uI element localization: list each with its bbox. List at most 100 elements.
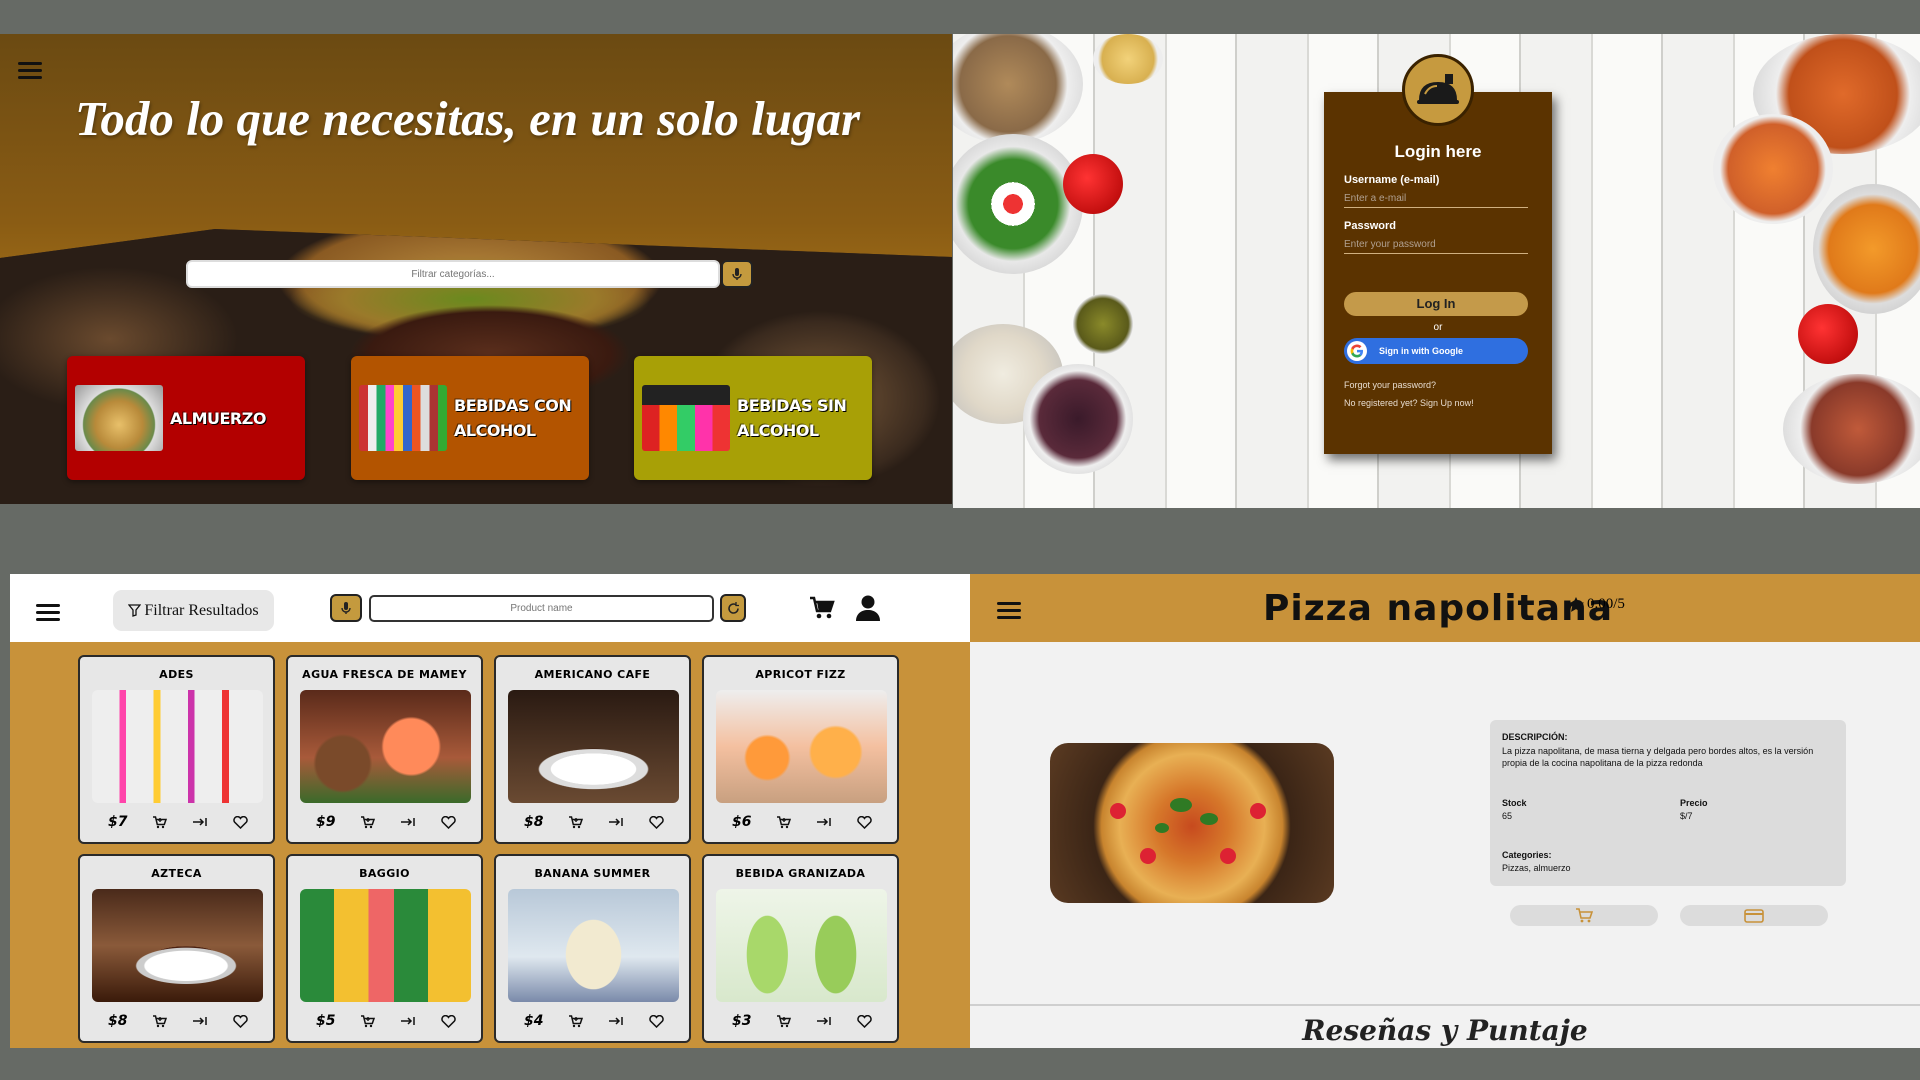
add-to-cart-icon[interactable] [568, 815, 584, 829]
product-name: Agua fresca de mamey [302, 668, 467, 681]
view-details-icon[interactable] [816, 1016, 832, 1026]
product-price: $6 [732, 814, 752, 830]
add-to-cart-button[interactable] [1510, 905, 1658, 926]
login-button[interactable]: Log In [1344, 292, 1528, 316]
google-button-label: Sign in with Google [1379, 346, 1463, 356]
favorite-heart-icon[interactable] [857, 815, 872, 829]
food-plate-image [953, 134, 1083, 274]
favorite-heart-icon[interactable] [441, 815, 456, 829]
add-to-cart-icon[interactable] [152, 815, 168, 829]
product-card[interactable]: Americano Cafe $8 [494, 655, 691, 844]
add-to-cart-icon[interactable] [360, 1014, 376, 1028]
category-search-field[interactable] [188, 262, 718, 286]
product-price: $9 [316, 814, 336, 830]
add-to-cart-icon[interactable] [776, 815, 792, 829]
view-details-icon[interactable] [608, 817, 624, 827]
login-panel: Login here Username (e-mail) Password Lo… [953, 34, 1920, 508]
product-name: Azteca [151, 867, 202, 880]
microphone-icon [341, 602, 351, 614]
product-price: $5 [316, 1013, 336, 1029]
product-detail-panel: Pizza napolitana 0.00/5 DESCRIPCIÓN: La … [970, 574, 1920, 1048]
buy-now-button[interactable] [1680, 905, 1828, 926]
add-to-cart-icon[interactable] [776, 1014, 792, 1028]
favorite-heart-icon[interactable] [857, 1014, 872, 1028]
product-card[interactable]: Banana Summer $4 [494, 854, 691, 1043]
view-details-icon[interactable] [192, 817, 208, 827]
user-account-icon[interactable] [854, 594, 882, 622]
product-title: Pizza napolitana [1263, 588, 1613, 629]
food-plate-image [953, 34, 1083, 144]
product-search-input[interactable] [369, 595, 714, 622]
category-label: Almuerzo [170, 408, 266, 428]
categories-value: Pizzas, almuerzo [1502, 863, 1571, 873]
cart-icon[interactable] [809, 596, 835, 620]
product-card[interactable]: Bebida Granizada $3 [702, 854, 899, 1043]
signup-link[interactable]: No registered yet? Sign Up now! [1344, 398, 1474, 408]
view-details-icon[interactable] [400, 817, 416, 827]
voice-search-button[interactable] [330, 594, 362, 622]
product-image [92, 889, 263, 1002]
product-card[interactable]: Agua fresca de mamey $9 [286, 655, 483, 844]
product-actions: $8 [524, 814, 664, 830]
product-actions: $8 [108, 1013, 248, 1029]
product-image [92, 690, 263, 803]
view-details-icon[interactable] [816, 817, 832, 827]
forgot-password-link[interactable]: Forgot your password? [1344, 380, 1436, 390]
view-details-icon[interactable] [192, 1016, 208, 1026]
favorite-heart-icon[interactable] [233, 1014, 248, 1028]
product-image [508, 690, 679, 803]
add-to-cart-icon[interactable] [152, 1014, 168, 1028]
hero-headline: Todo lo que necesitas, en un solo lugar [75, 91, 861, 146]
favorite-heart-icon[interactable] [649, 1014, 664, 1028]
product-actions: $9 [316, 814, 456, 830]
hamburger-menu-icon[interactable] [997, 602, 1021, 620]
view-details-icon[interactable] [608, 1016, 624, 1026]
filter-icon [128, 604, 142, 617]
password-field[interactable] [1344, 236, 1528, 254]
logo-icon [1402, 54, 1474, 126]
category-thumbnail [359, 385, 447, 451]
food-plate-image [1093, 34, 1163, 84]
detail-header: Pizza napolitana 0.00/5 [970, 574, 1920, 642]
filter-results-button[interactable]: Filtrar Resultados [113, 590, 274, 631]
product-name: Ades [159, 668, 194, 681]
product-card[interactable]: Apricot Fizz $6 [702, 655, 899, 844]
product-card[interactable]: Baggio $5 [286, 854, 483, 1043]
product-card[interactable]: Azteca $8 [78, 854, 275, 1043]
product-image [508, 889, 679, 1002]
product-image [300, 690, 471, 803]
username-field[interactable] [1344, 190, 1528, 208]
product-price: $7 [108, 814, 128, 830]
food-plate-image [1023, 364, 1133, 474]
food-plate-image [1798, 304, 1858, 364]
hamburger-menu-icon[interactable] [18, 62, 42, 80]
favorite-heart-icon[interactable] [649, 815, 664, 829]
favorite-heart-icon[interactable] [233, 815, 248, 829]
view-details-icon[interactable] [400, 1016, 416, 1026]
add-to-cart-icon[interactable] [360, 815, 376, 829]
product-image [716, 690, 887, 803]
description-label: DESCRIPCIÓN: [1502, 732, 1568, 742]
favorite-heart-icon[interactable] [441, 1014, 456, 1028]
stock-label: Stock [1502, 798, 1527, 808]
voice-search-button[interactable] [721, 260, 753, 288]
product-search-field[interactable] [371, 597, 712, 620]
product-list-panel: Filtrar Resultados Ades $7 Agua fresca de … [10, 574, 970, 1048]
section-divider [970, 1004, 1920, 1006]
food-tray-icon [1417, 74, 1459, 104]
top-toolbar: Filtrar Resultados [10, 574, 970, 642]
refresh-button[interactable] [720, 594, 746, 622]
hamburger-menu-icon[interactable] [36, 604, 60, 622]
category-card-bebidas-con-alcohol[interactable]: Bebidas con alcohol [351, 356, 589, 480]
microphone-icon [732, 268, 742, 280]
product-card[interactable]: Ades $7 [78, 655, 275, 844]
food-plate-image [1073, 294, 1133, 354]
google-signin-button[interactable]: Sign in with Google [1344, 338, 1528, 364]
category-label: Bebidas con alcohol [454, 396, 572, 440]
product-price: $4 [524, 1013, 544, 1029]
google-logo-icon [1347, 341, 1367, 361]
category-card-bebidas-sin-alcohol[interactable]: Bebidas sin alcohol [634, 356, 872, 480]
category-card-almuerzo[interactable]: Almuerzo [67, 356, 305, 480]
category-search-input[interactable] [186, 260, 720, 288]
add-to-cart-icon[interactable] [568, 1014, 584, 1028]
